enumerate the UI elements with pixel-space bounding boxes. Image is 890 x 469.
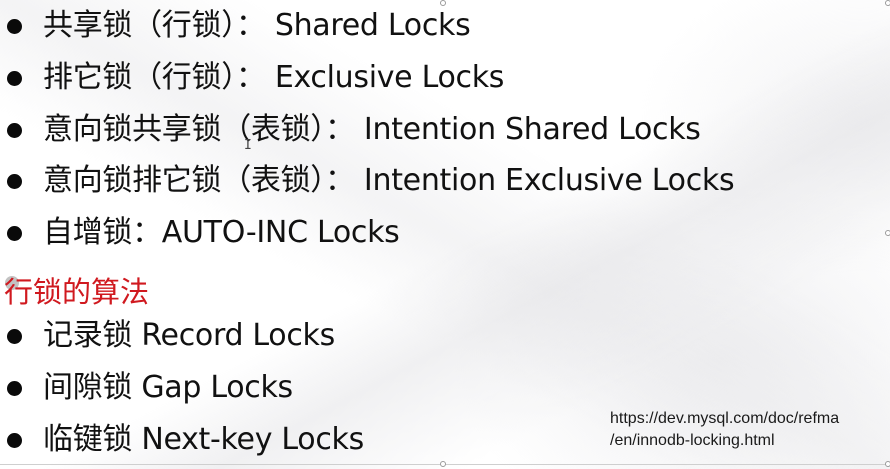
- bullet-dot-icon: [7, 122, 22, 138]
- bullet-dot-icon: [7, 173, 22, 189]
- bullet-text: 间隙锁 Gap Locks: [43, 370, 293, 405]
- bullet-dot-icon: [7, 380, 22, 396]
- resize-handle-top[interactable]: [440, 0, 446, 6]
- bullet-dot-icon: [7, 225, 22, 241]
- resize-handle-right[interactable]: [885, 230, 890, 236]
- bullet-dot-icon: [7, 432, 22, 448]
- reference-url-line-1: https://dev.mysql.com/doc/refma: [610, 410, 840, 427]
- bullet-text: 意向锁共享锁（表锁）： Intention Shared Locks: [43, 112, 701, 147]
- bullet-text: 意向锁排它锁（表锁）： Intention Exclusive Locks: [43, 163, 735, 198]
- section-heading: 行锁的算法: [4, 275, 150, 309]
- reference-url-textbox[interactable]: https://dev.mysql.com/doc/refma /en/inno…: [610, 408, 890, 452]
- resize-handle-bottom-right[interactable]: [885, 461, 890, 467]
- resize-handle-top-right[interactable]: [885, 0, 890, 6]
- slide-canvas: 共享锁（行锁）： Shared Locks 排它锁（行锁）： Exclusive…: [0, 0, 890, 469]
- bullet-dot-icon: [7, 70, 22, 86]
- bullet-dot-icon: [7, 18, 22, 34]
- bullet-text: 临键锁 Next-key Locks: [43, 422, 364, 457]
- resize-handle-bottom[interactable]: [440, 461, 446, 467]
- text-cursor-icon: I: [244, 138, 252, 153]
- bullet-text: 共享锁（行锁）： Shared Locks: [43, 8, 471, 43]
- reference-url-line-2: /en/innodb-locking.html: [610, 432, 775, 449]
- bullet-dot-icon: [7, 328, 22, 344]
- bullet-text: 自增锁：AUTO-INC Locks: [43, 215, 400, 250]
- bullet-text: 排它锁（行锁）： Exclusive Locks: [43, 60, 505, 95]
- bullet-text: 记录锁 Record Locks: [43, 318, 335, 353]
